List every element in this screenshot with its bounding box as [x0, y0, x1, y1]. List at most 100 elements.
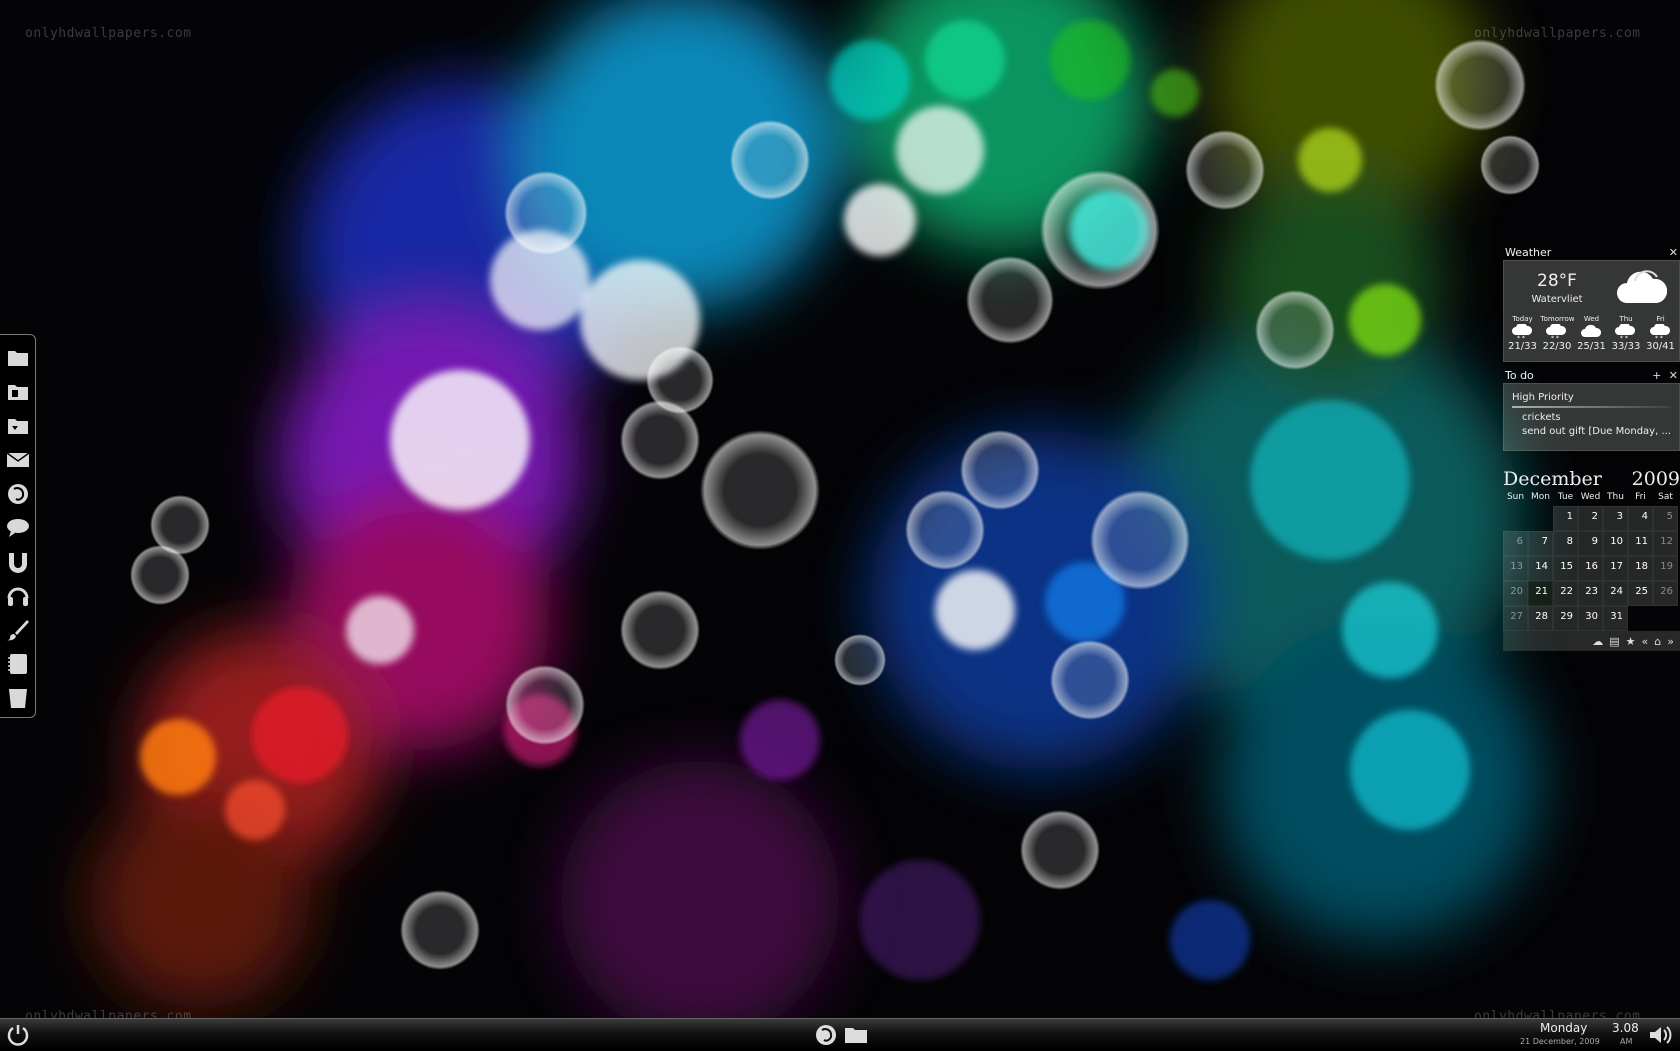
dock-item-documents[interactable]	[3, 375, 33, 409]
calendar-widget: December 2009 Sun Mon Tue Wed Thu Fri Sat 1…	[1503, 468, 1680, 651]
calendar-day[interactable]: 24	[1603, 581, 1628, 606]
calendar-day[interactable]: 31	[1603, 606, 1628, 631]
calendar-day[interactable]: 16	[1578, 556, 1603, 581]
todo-priority-header: High Priority	[1512, 392, 1574, 403]
calendar-day[interactable]: 27	[1503, 606, 1528, 631]
calendar-day[interactable]: 12	[1653, 531, 1678, 556]
calendar-day[interactable]: 10	[1603, 531, 1628, 556]
documents-folder-icon	[7, 385, 28, 400]
cloud-icon[interactable]: ☁	[1592, 635, 1603, 648]
next-icon[interactable]: »	[1667, 635, 1674, 648]
volume-icon[interactable]	[1648, 1024, 1672, 1046]
dock-item-downloads[interactable]	[3, 409, 33, 443]
snow-cloud-icon: * *	[1615, 324, 1636, 340]
calendar-day[interactable]: 21	[1528, 581, 1553, 606]
clock-day: Monday	[1540, 1021, 1588, 1035]
mail-icon	[6, 452, 29, 467]
dock-item-mail[interactable]	[3, 443, 33, 477]
calendar-day[interactable]: 8	[1553, 531, 1578, 556]
watermark-top-right: onlyhdwallpapers.com	[1474, 26, 1641, 41]
cloud-icon	[1617, 270, 1667, 303]
calendar-day[interactable]: 9	[1578, 531, 1603, 556]
watermark-top-left: onlyhdwallpapers.com	[25, 26, 192, 41]
star-icon[interactable]: ★	[1626, 635, 1636, 648]
taskbar: Monday 21 December, 2009 3.08 AM	[0, 1018, 1680, 1051]
calendar-day[interactable]: 15	[1553, 556, 1578, 581]
firefox-icon	[7, 484, 28, 504]
todo-widget: To do + ✕ High Priority crickets send ou…	[1503, 367, 1680, 451]
application-dock	[0, 334, 36, 718]
close-icon[interactable]: ✕	[1669, 246, 1678, 259]
paintbrush-icon	[6, 620, 29, 641]
dock-item-music[interactable]	[3, 579, 33, 613]
calendar-weekdays: Sun Mon Tue Wed Thu Fri Sat	[1506, 492, 1673, 502]
close-icon[interactable]: ✕	[1669, 369, 1678, 382]
calendar-day[interactable]: 26	[1653, 581, 1678, 606]
clock[interactable]: Monday 21 December, 2009 3.08 AM	[1520, 1021, 1639, 1049]
calendar-empty-cell	[1628, 606, 1653, 631]
calendar-day[interactable]: 17	[1603, 556, 1628, 581]
calendar-day[interactable]: 25	[1628, 581, 1653, 606]
folder-icon	[7, 351, 28, 366]
calendar-day[interactable]: 18	[1628, 556, 1653, 581]
svg-text:* *: * *	[1655, 335, 1663, 340]
weather-current-temp: 28°F	[1537, 271, 1577, 291]
forecast-day: Fri * * 30/41	[1646, 315, 1675, 352]
calendar-day[interactable]: 2	[1578, 506, 1603, 531]
desktop-wallpaper	[0, 0, 1680, 1050]
clock-ampm: AM	[1620, 1037, 1633, 1046]
calendar-day[interactable]: 6	[1503, 531, 1528, 556]
calendar-month: December	[1503, 468, 1602, 490]
calendar-day[interactable]: 30	[1578, 606, 1603, 631]
svg-text:* *: * *	[1620, 335, 1628, 340]
calendar-empty-cell	[1528, 506, 1553, 531]
dock-item-chat[interactable]	[3, 511, 33, 545]
weather-city: Watervliet	[1531, 294, 1583, 305]
calendar-day[interactable]: 28	[1528, 606, 1553, 631]
calendar-day[interactable]: 11	[1628, 531, 1653, 556]
calendar-day[interactable]: 4	[1628, 506, 1653, 531]
calendar-year: 2009	[1631, 468, 1680, 490]
calendar-day[interactable]: 14	[1528, 556, 1553, 581]
calendar-day[interactable]: 20	[1503, 581, 1528, 606]
todo-item[interactable]: send out gift [Due Monday, ...	[1512, 426, 1671, 437]
folder-icon[interactable]	[843, 1023, 869, 1047]
priority-divider	[1512, 406, 1671, 408]
forecast-day: Wed 25/31	[1577, 315, 1606, 352]
calendar-day[interactable]: 3	[1603, 506, 1628, 531]
home-icon[interactable]: ⌂	[1654, 635, 1661, 648]
downloads-folder-icon	[7, 419, 28, 434]
calendar-day[interactable]: 5	[1653, 506, 1678, 531]
trash-icon	[8, 689, 27, 708]
power-icon[interactable]	[6, 1023, 30, 1047]
prev-icon[interactable]: «	[1642, 635, 1649, 648]
snow-cloud-icon: * *	[1511, 324, 1532, 340]
calendar-day[interactable]: 13	[1503, 556, 1528, 581]
headphones-icon	[7, 587, 28, 606]
list-icon[interactable]: ▤	[1609, 635, 1619, 648]
add-icon[interactable]: +	[1652, 369, 1661, 382]
dock-item-paint[interactable]	[3, 613, 33, 647]
calendar-day[interactable]: 22	[1553, 581, 1578, 606]
calendar-day[interactable]: 23	[1578, 581, 1603, 606]
dock-item-trash[interactable]	[3, 681, 33, 715]
magnet-icon	[8, 553, 27, 573]
calendar-day[interactable]: 19	[1653, 556, 1678, 581]
forecast-day: Today * * 21/33	[1508, 315, 1537, 352]
chat-bubble-icon	[6, 519, 29, 537]
dock-item-torrent[interactable]	[3, 545, 33, 579]
dock-item-notes[interactable]	[3, 647, 33, 681]
notebook-icon	[7, 654, 27, 674]
calendar-day[interactable]: 1	[1553, 506, 1578, 531]
calendar-day[interactable]: 7	[1528, 531, 1553, 556]
todo-item[interactable]: crickets	[1512, 412, 1671, 423]
clock-time: 3.08	[1612, 1021, 1639, 1035]
weather-widget: Weather ✕ 28°F Watervliet Today * * 21/3…	[1503, 244, 1680, 362]
svg-text:* *: * *	[1551, 335, 1559, 340]
dock-item-folder[interactable]	[3, 341, 33, 375]
forecast-day: Tomorrow * * 22/30	[1540, 315, 1575, 352]
calendar-day[interactable]: 29	[1553, 606, 1578, 631]
forecast-day: Thu * * 33/33	[1611, 315, 1641, 352]
firefox-icon[interactable]	[814, 1023, 838, 1047]
dock-item-firefox[interactable]	[3, 477, 33, 511]
